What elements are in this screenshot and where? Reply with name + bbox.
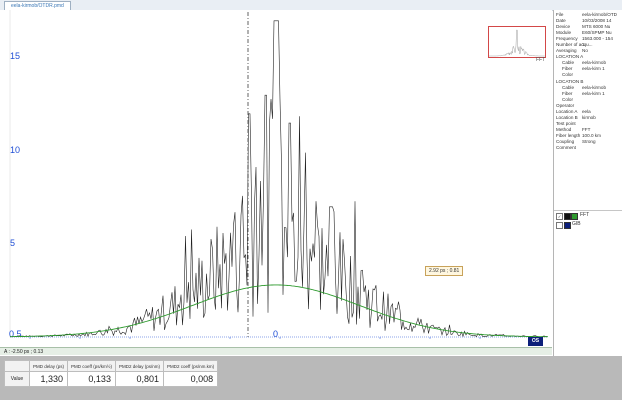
cursor-readout: 2.92 ps ; 0.81 [425,266,464,276]
x-center-label: 0 [273,329,278,339]
legend-item-gib[interactable]: GIB [554,220,622,229]
col-header: PMD delay (ps) [28,360,69,372]
col-header: PMD2 coeff (ps/nm.km) [162,360,219,372]
row-header: Value [4,371,30,387]
legend-swatch [571,213,578,220]
info-panel: File eela-kirmob/OTD Date 10/03/2008 14 Devi… [553,10,622,356]
legend-swatch [564,222,571,229]
col-header: PMD2 delay (ps/nm) [114,360,164,372]
results-panel: PMD delay (ps) PMD coeff (ps/km½) PMD2 d… [0,356,622,400]
y-tick-label: 10 [10,145,20,155]
plot-canvas: 15 10 5 0.5 0 [9,10,548,339]
y-tick-label: 0.5 [9,329,22,339]
value-cell: 0,133 [67,371,116,387]
legend-swatch [564,213,571,220]
legend-label: GIB [572,221,581,227]
trace-legend: ✓ FFT GIB [554,210,622,229]
value-cell: 0,801 [114,371,164,387]
results-table: PMD delay (ps) PMD coeff (ps/km½) PMD2 d… [4,360,219,387]
pmd-plot[interactable]: 15 10 5 0.5 0 FFT 2.92 ps ; 0.81 OS [0,10,552,347]
legend-checkbox[interactable]: ✓ [556,213,563,220]
legend-item-fft[interactable]: ✓ FFT [554,211,622,220]
gaussian-fit-curve [10,284,548,338]
value-cell: 0,008 [162,371,219,387]
thumbnail-trace [489,29,545,57]
value-cell: 1,330 [28,371,69,387]
table-corner [4,360,30,372]
cursor-status: A : -2.50 ps ; 0.13 [0,347,552,355]
info-row: Comment [556,145,620,151]
y-tick-label: 15 [10,51,20,61]
col-header: PMD coeff (ps/km½) [67,360,116,372]
thumbnail-caption: FFT [536,57,546,63]
legend-checkbox[interactable] [556,222,563,229]
legend-label: FFT [580,212,590,218]
end-badge[interactable]: OS [528,337,543,346]
info-key: Comment [556,145,576,151]
info-list: File eela-kirmob/OTD Date 10/03/2008 14 Devi… [556,12,620,151]
y-tick-label: 5 [10,238,15,248]
overview-thumbnail[interactable] [488,26,546,58]
tab-file[interactable]: eela-kirmob/OTDR.pmd [4,1,71,10]
fft-trace [9,20,548,338]
